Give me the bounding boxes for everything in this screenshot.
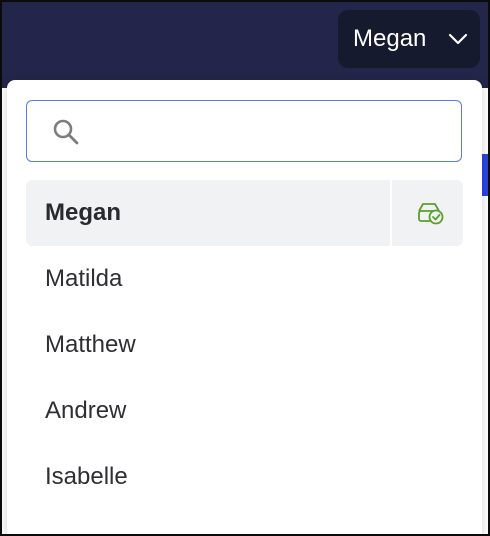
user-list-item-matthew[interactable]: Matthew: [26, 312, 463, 378]
search-field[interactable]: [26, 100, 462, 162]
user-dropdown-menu: Megan Matilda Matthew Andrew Isabelle: [7, 80, 482, 534]
drive-check-icon[interactable]: [416, 200, 446, 226]
user-list-item-matilda[interactable]: Matilda: [26, 246, 463, 312]
top-navigation-bar: Megan: [2, 2, 488, 88]
user-list-item-megan[interactable]: Megan: [26, 180, 463, 246]
row-divider: [390, 180, 392, 246]
app-frame: Megan Megan Matilda Matthew Andrew Isabe…: [0, 0, 490, 536]
user-list-item-isabelle[interactable]: Isabelle: [26, 444, 463, 510]
user-list: Megan Matilda Matthew Andrew Isabelle: [26, 180, 463, 510]
user-name: Matthew: [45, 331, 136, 358]
search-input[interactable]: [97, 113, 451, 151]
user-name: Andrew: [45, 397, 127, 424]
background-blue-button-edge: [482, 154, 488, 196]
user-switcher-button[interactable]: Megan: [338, 10, 480, 68]
current-user-label: Megan: [353, 25, 427, 52]
search-icon: [53, 119, 79, 145]
user-list-item-andrew[interactable]: Andrew: [26, 378, 463, 444]
chevron-down-icon: [448, 33, 468, 45]
user-name: Matilda: [45, 265, 123, 292]
user-name: Isabelle: [45, 463, 128, 490]
user-name: Megan: [45, 199, 122, 226]
